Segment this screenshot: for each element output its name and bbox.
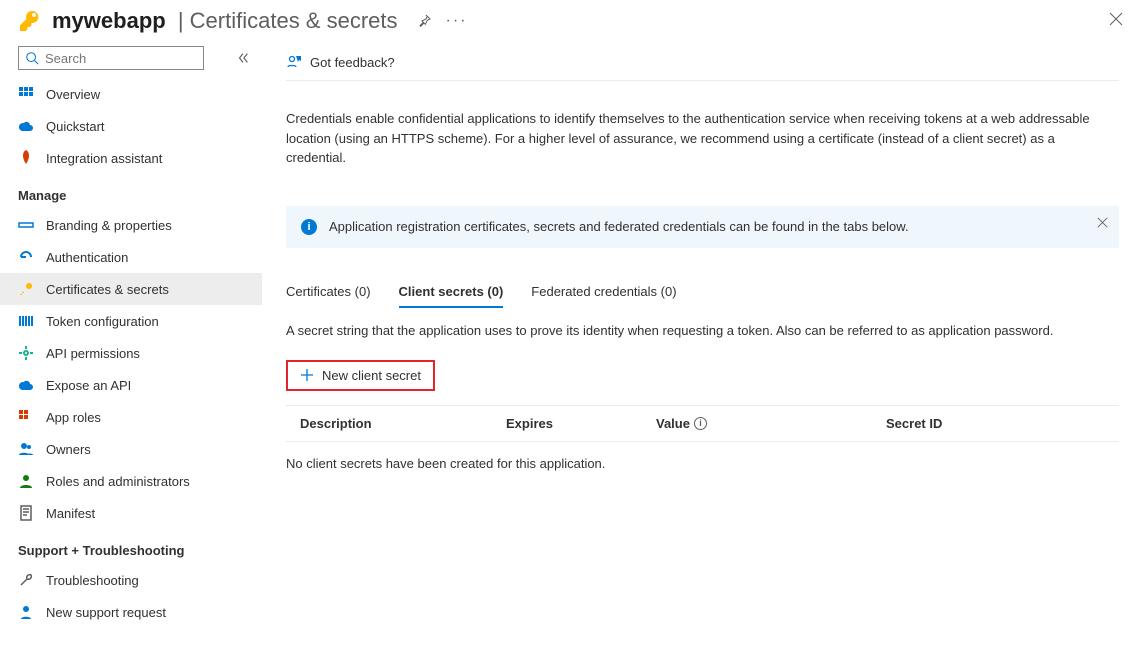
sidebar-item-troubleshooting[interactable]: Troubleshooting [0, 564, 262, 596]
sidebar-item-overview[interactable]: Overview [0, 78, 262, 110]
sidebar-item-label: Owners [46, 442, 91, 457]
page-description: Credentials enable confidential applicat… [286, 81, 1119, 178]
plus-icon [300, 368, 314, 382]
sidebar-item-manifest[interactable]: Manifest [0, 497, 262, 529]
feedback-icon [286, 54, 302, 70]
manifest-icon [18, 505, 34, 521]
owners-icon [18, 441, 34, 457]
empty-state-message: No client secrets have been created for … [286, 441, 1119, 485]
info-banner: i Application registration certificates,… [286, 206, 1119, 248]
col-description: Description [286, 416, 506, 431]
sidebar-item-label: Troubleshooting [46, 573, 139, 588]
sidebar-item-label: Authentication [46, 250, 128, 265]
sidebar-item-roles-admins[interactable]: Roles and administrators [0, 465, 262, 497]
tag-icon [18, 217, 34, 233]
key-icon [18, 9, 42, 33]
tab-description: A secret string that the application use… [286, 323, 1119, 338]
col-value: Value i [656, 416, 886, 431]
feedback-label: Got feedback? [310, 55, 395, 70]
pin-icon[interactable] [416, 13, 432, 29]
sidebar-item-label: Branding & properties [46, 218, 172, 233]
tab-certificates[interactable]: Certificates (0) [286, 278, 371, 307]
sidebar-item-label: Token configuration [46, 314, 159, 329]
grid-icon [18, 86, 34, 102]
sidebar-item-certificates-secrets[interactable]: Certificates & secrets [0, 273, 262, 305]
info-icon: i [301, 219, 317, 235]
sidebar-item-label: Expose an API [46, 378, 131, 393]
tab-client-secrets[interactable]: Client secrets (0) [399, 278, 504, 307]
sidebar-item-label: New support request [46, 605, 166, 620]
sidebar-item-expose-api[interactable]: Expose an API [0, 369, 262, 401]
collapse-sidebar-icon[interactable] [236, 51, 250, 65]
roles-icon [18, 409, 34, 425]
section-support: Support + Troubleshooting [0, 529, 262, 564]
sidebar-item-label: Quickstart [46, 119, 105, 134]
auth-icon [18, 249, 34, 265]
permissions-icon [18, 345, 34, 361]
section-manage: Manage [0, 174, 262, 209]
sidebar-item-label: API permissions [46, 346, 140, 361]
sidebar-item-authentication[interactable]: Authentication [0, 241, 262, 273]
admin-icon [18, 473, 34, 489]
sidebar-item-label: Manifest [46, 506, 95, 521]
sidebar-item-label: Roles and administrators [46, 474, 190, 489]
banner-text: Application registration certificates, s… [329, 219, 909, 234]
col-secret-id: Secret ID [886, 416, 1119, 431]
col-expires: Expires [506, 416, 656, 431]
sidebar-item-label: Integration assistant [46, 151, 162, 166]
more-icon[interactable]: ··· [446, 12, 468, 30]
info-tooltip-icon[interactable]: i [694, 417, 707, 430]
sidebar-item-branding[interactable]: Branding & properties [0, 209, 262, 241]
key-icon [18, 281, 34, 297]
search-icon [25, 51, 39, 65]
search-input[interactable] [45, 51, 197, 66]
rocket-icon [18, 150, 34, 166]
sidebar-item-new-support-request[interactable]: New support request [0, 596, 262, 628]
expose-icon [18, 377, 34, 393]
sidebar-item-quickstart[interactable]: Quickstart [0, 110, 262, 142]
search-input-wrapper[interactable] [18, 46, 204, 70]
feedback-link[interactable]: Got feedback? [286, 46, 1119, 81]
sidebar-item-label: Certificates & secrets [46, 282, 169, 297]
token-icon [18, 313, 34, 329]
wrench-icon [18, 572, 34, 588]
new-client-secret-label: New client secret [322, 368, 421, 383]
sidebar-item-api-permissions[interactable]: API permissions [0, 337, 262, 369]
support-icon [18, 604, 34, 620]
sidebar-item-integration-assistant[interactable]: Integration assistant [0, 142, 262, 174]
close-icon[interactable] [1109, 12, 1123, 26]
cloud-icon [18, 118, 34, 134]
sidebar-item-owners[interactable]: Owners [0, 433, 262, 465]
sidebar-item-token-configuration[interactable]: Token configuration [0, 305, 262, 337]
new-client-secret-button[interactable]: New client secret [286, 360, 435, 391]
close-banner-icon[interactable] [1097, 217, 1108, 228]
sidebar-item-app-roles[interactable]: App roles [0, 401, 262, 433]
app-name: mywebapp [52, 8, 166, 34]
page-title: | Certificates & secrets [172, 8, 398, 34]
sidebar-item-label: Overview [46, 87, 100, 102]
tab-federated-credentials[interactable]: Federated credentials (0) [531, 278, 676, 307]
sidebar-item-label: App roles [46, 410, 101, 425]
